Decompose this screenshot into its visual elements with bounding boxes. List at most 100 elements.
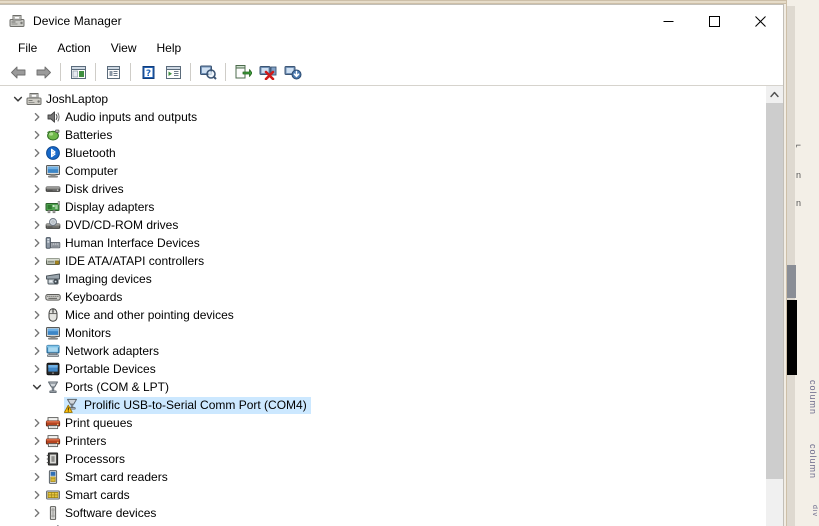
tree-item-processors[interactable]: Processors [0, 450, 765, 468]
chevron-right-icon[interactable] [29, 307, 45, 323]
device-tree[interactable]: JoshLaptop Audio inputs and outputs Batter… [0, 86, 765, 526]
chevron-right-icon[interactable] [29, 181, 45, 197]
chevron-down-icon[interactable] [10, 91, 26, 107]
tree-item-display-adapters[interactable]: Display adapters [0, 198, 765, 216]
chevron-right-icon[interactable] [29, 217, 45, 233]
tree-item-sound-video-and-game-controllers[interactable]: Sound, video and game controllers [0, 522, 765, 526]
tree-item-content[interactable]: Imaging devices [45, 271, 156, 288]
tree-item-content[interactable]: Portable Devices [45, 361, 160, 378]
tree-item-monitors[interactable]: Monitors [0, 324, 765, 342]
scrollbar-track[interactable] [766, 103, 783, 526]
minimize-button[interactable] [645, 5, 691, 37]
tree-item-portable-devices[interactable]: Portable Devices [0, 360, 765, 378]
tree-item-prolific-usb-to-serial-comm-port-com4[interactable]: Prolific USB-to-Serial Comm Port (COM4) [0, 396, 765, 414]
tree-item-ide-ata-atapi-controllers[interactable]: IDE ATA/ATAPI controllers [0, 252, 765, 270]
tree-item-content[interactable]: Software devices [45, 505, 160, 522]
tree-item-content[interactable]: Display adapters [45, 199, 158, 216]
back-arrow-icon[interactable] [6, 61, 30, 83]
chevron-right-icon[interactable] [29, 325, 45, 341]
tree-item-content[interactable]: Audio inputs and outputs [45, 109, 201, 126]
show-hide-action-pane-icon[interactable] [161, 61, 185, 83]
tree-item-dvd-cd-rom-drives[interactable]: DVD/CD-ROM drives [0, 216, 765, 234]
menu-help[interactable]: Help [147, 39, 192, 57]
tree-item-content[interactable]: Computer [45, 163, 122, 180]
tree-item-network-adapters[interactable]: Network adapters [0, 342, 765, 360]
tree-item-content[interactable]: Monitors [45, 325, 115, 342]
tree-item-print-queues[interactable]: Print queues [0, 414, 765, 432]
tree-item-content[interactable]: JoshLaptop [26, 91, 112, 108]
tree-item-content[interactable]: Ports (COM & LPT) [45, 379, 173, 396]
show-hide-console-tree-icon[interactable] [66, 61, 90, 83]
chevron-down-icon[interactable] [29, 379, 45, 395]
tree-vertical-scrollbar[interactable] [765, 86, 783, 526]
chevron-right-icon[interactable] [29, 415, 45, 431]
tree-item-content[interactable]: Print queues [45, 415, 136, 432]
close-button[interactable] [737, 5, 783, 37]
tree-item-content[interactable]: IDE ATA/ATAPI controllers [45, 253, 208, 270]
update-driver-icon[interactable] [231, 61, 255, 83]
tree-item-label: Sound, video and game controllers [65, 523, 250, 526]
chevron-right-icon[interactable] [29, 199, 45, 215]
scan-for-hardware-changes-icon[interactable] [196, 61, 220, 83]
chevron-right-icon[interactable] [29, 271, 45, 287]
tree-item-content[interactable]: Sound, video and game controllers [45, 523, 254, 526]
tree-item-content[interactable]: Keyboards [45, 289, 126, 306]
tree-item-content[interactable]: Prolific USB-to-Serial Comm Port (COM4) [63, 396, 311, 414]
scrollbar-thumb[interactable] [766, 103, 783, 479]
disable-device-icon[interactable] [281, 61, 305, 83]
tree-item-software-devices[interactable]: Software devices [0, 504, 765, 522]
chevron-right-icon[interactable] [29, 343, 45, 359]
menu-action[interactable]: Action [47, 39, 100, 57]
tree-item-content[interactable]: Printers [45, 433, 110, 450]
tree-item-ports-com-lpt[interactable]: Ports (COM & LPT) [0, 378, 765, 396]
title-bar[interactable]: Device Manager [0, 5, 783, 37]
menu-view[interactable]: View [101, 39, 147, 57]
tree-item-content[interactable]: Batteries [45, 127, 116, 144]
tree-item-content[interactable]: Smart card readers [45, 469, 172, 486]
tree-item-content[interactable]: Network adapters [45, 343, 163, 360]
tree-item-smart-cards[interactable]: Smart cards [0, 486, 765, 504]
ide-controller-icon [45, 253, 61, 269]
chevron-right-icon[interactable] [29, 289, 45, 305]
chevron-right-icon[interactable] [29, 433, 45, 449]
tree-item-audio-inputs-and-outputs[interactable]: Audio inputs and outputs [0, 108, 765, 126]
tree-item-smart-card-readers[interactable]: Smart card readers [0, 468, 765, 486]
chevron-right-icon[interactable] [29, 361, 45, 377]
chevron-right-icon[interactable] [29, 163, 45, 179]
tree-item-content[interactable]: Human Interface Devices [45, 235, 204, 252]
tree-item-content[interactable]: Disk drives [45, 181, 128, 198]
properties-icon[interactable] [101, 61, 125, 83]
chevron-right-icon[interactable] [29, 505, 45, 521]
uninstall-device-icon[interactable] [256, 61, 280, 83]
chevron-right-icon[interactable] [29, 235, 45, 251]
tree-item-printers[interactable]: Printers [0, 432, 765, 450]
tree-item-computer[interactable]: Computer [0, 162, 765, 180]
tree-item-content[interactable]: Mice and other pointing devices [45, 307, 238, 324]
tree-item-disk-drives[interactable]: Disk drives [0, 180, 765, 198]
smart-card-icon [45, 487, 61, 503]
chevron-right-icon[interactable] [29, 451, 45, 467]
tree-item-joshlaptop[interactable]: JoshLaptop [0, 90, 765, 108]
tree-item-content[interactable]: Smart cards [45, 487, 134, 504]
tree-item-label: Prolific USB-to-Serial Comm Port (COM4) [84, 397, 307, 412]
tree-item-content[interactable]: Processors [45, 451, 129, 468]
chevron-right-icon[interactable] [29, 127, 45, 143]
tree-item-keyboards[interactable]: Keyboards [0, 288, 765, 306]
chevron-right-icon[interactable] [29, 253, 45, 269]
help-icon[interactable]: ? [136, 61, 160, 83]
menu-file[interactable]: File [8, 39, 47, 57]
tree-item-mice-and-other-pointing-devices[interactable]: Mice and other pointing devices [0, 306, 765, 324]
scroll-up-arrow-icon[interactable] [766, 86, 783, 103]
tree-item-imaging-devices[interactable]: Imaging devices [0, 270, 765, 288]
forward-arrow-icon[interactable] [31, 61, 55, 83]
maximize-button[interactable] [691, 5, 737, 37]
chevron-right-icon[interactable] [29, 145, 45, 161]
tree-item-bluetooth[interactable]: Bluetooth [0, 144, 765, 162]
chevron-right-icon[interactable] [29, 469, 45, 485]
chevron-right-icon[interactable] [29, 109, 45, 125]
chevron-right-icon[interactable] [29, 487, 45, 503]
tree-item-batteries[interactable]: Batteries [0, 126, 765, 144]
tree-item-human-interface-devices[interactable]: Human Interface Devices [0, 234, 765, 252]
tree-item-content[interactable]: Bluetooth [45, 145, 120, 162]
tree-item-content[interactable]: DVD/CD-ROM drives [45, 217, 182, 234]
